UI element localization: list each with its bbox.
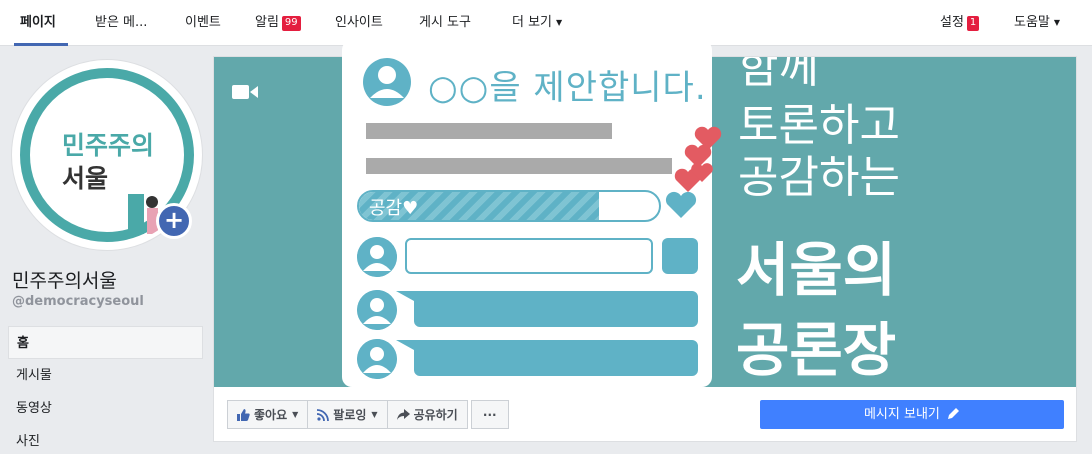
rss-feed-icon [317,408,330,421]
tab-label: 인사이트 [335,15,383,30]
caret-down-icon: ▼ [1053,18,1061,27]
follow-label: 팔로잉 [333,408,367,422]
tab-label: 게시 도구 [419,15,471,30]
share-button[interactable]: 공유하기 [386,400,468,429]
thumbs-up-icon [237,408,250,421]
comment-bubble-illustration [396,291,698,327]
like-label: 좋아요 [254,408,288,422]
leftnav-label: 동영상 [16,401,52,416]
placeholder-bar [366,123,612,139]
tab-page[interactable]: 페이지 [14,0,68,46]
left-navigation: 홈 게시물 동영상 사진 [8,326,203,454]
share-arrow-icon [396,409,410,420]
video-camera-icon[interactable] [232,84,258,100]
page-name: 민주주의서울 [12,270,117,292]
tab-notifications[interactable]: 알림 99 [255,0,301,46]
tab-label: 받은 메... [95,15,148,30]
settings-badge: 1 [966,16,980,31]
leftnav-label: 사진 [16,434,40,449]
slogan-line-3: 서울의 [736,236,897,304]
tab-label: 페이지 [20,15,56,30]
commenter-avatar-icon [357,290,397,330]
like-button[interactable]: 좋아요 ▼ [227,400,309,429]
empathy-label: 공감♥ [369,198,419,219]
comment-input-illustration [405,238,653,274]
tab-events[interactable]: 이벤트 [185,0,221,46]
leftnav-posts[interactable]: 게시물 [8,359,203,392]
settings-label: 설정 [940,15,964,30]
empathy-progress-bar: 공감♥ [357,190,661,222]
tab-label: 더 보기 [512,15,553,30]
user-avatar-icon [363,58,411,106]
tab-inbox[interactable]: 받은 메... [95,0,147,46]
caret-down-icon: ▼ [556,18,563,27]
page-username[interactable]: @democracyseoul [12,294,144,309]
leftnav-videos[interactable]: 동영상 [8,392,203,425]
notification-count-badge: 99 [281,16,301,31]
commenter-avatar-icon [357,237,397,277]
leftnav-label: 홈 [17,336,29,351]
cover-slogan-area: 함께 토론하고 공감하는 서울의 공론장 [714,57,1076,387]
more-options-button[interactable]: ··· [470,400,509,429]
leftnav-label: 게시물 [16,368,52,383]
proposal-title: ○○을 제안합니다. [428,68,707,108]
slogan-line-4: 공론장 [736,316,897,384]
share-label: 공유하기 [413,408,458,422]
page-action-bar: 좋아요 ▼ 팔로잉 ▼ 공유하기 ··· [227,400,509,429]
avatar-logo-line2: 서울 [62,164,109,193]
pencil-icon [948,401,960,430]
commenter-avatar-icon [357,339,397,379]
add-photo-button[interactable]: + [156,203,192,239]
send-message-button[interactable]: 메시지 보내기 [760,400,1064,429]
send-message-label: 메시지 보내기 [863,407,940,422]
follow-button[interactable]: 팔로잉 ▼ [307,400,388,429]
leftnav-photos[interactable]: 사진 [8,425,203,454]
tab-label: 알림 [255,15,279,30]
caret-down-icon: ▼ [371,410,378,419]
caret-down-icon: ▼ [292,410,299,419]
more-label: ··· [482,407,497,422]
help-menu[interactable]: 도움말 ▼ [1014,0,1060,46]
comment-bubble-illustration [396,340,698,376]
leftnav-home[interactable]: 홈 [8,326,203,359]
avatar-logo-line1: 민주주의 [62,131,155,160]
settings-link[interactable]: 설정 1 [940,0,980,46]
slogan-line-2: 공감하는 [738,152,900,203]
help-label: 도움말 [1014,15,1050,30]
tab-label: 이벤트 [185,15,221,30]
placeholder-bar [366,158,672,174]
send-button-illustration [662,238,698,274]
person-illustration [128,194,158,234]
